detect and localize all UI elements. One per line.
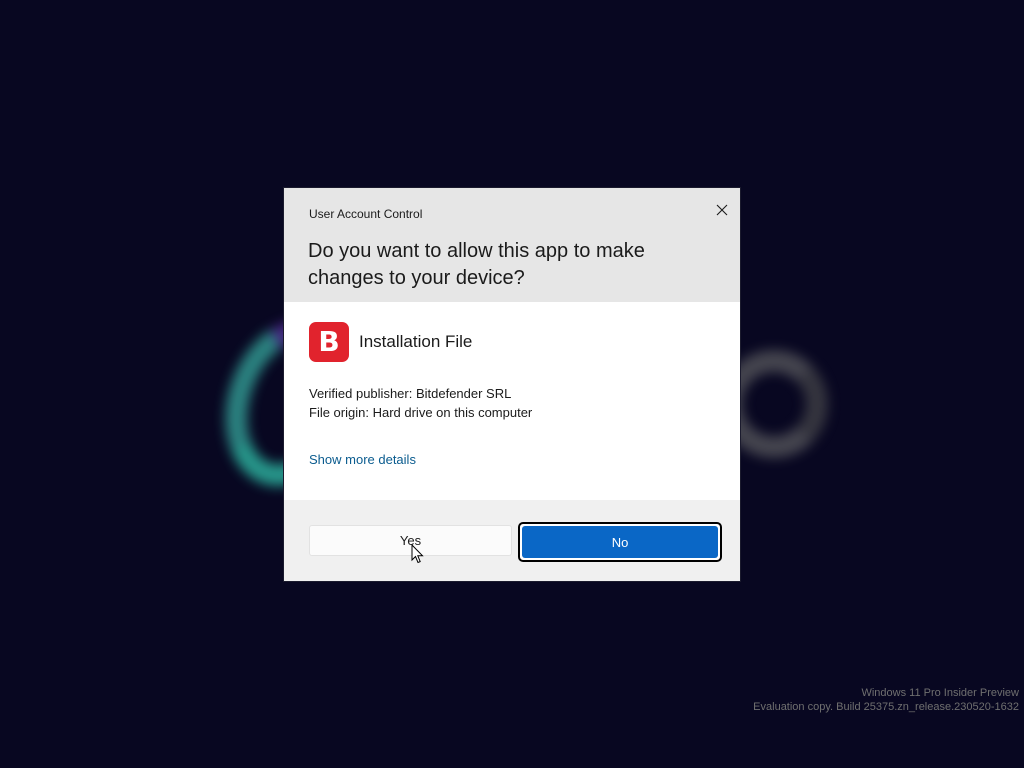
close-button[interactable]	[708, 196, 736, 224]
bitdefender-app-icon: B	[309, 322, 349, 362]
mouse-pointer-icon	[411, 544, 424, 564]
close-icon	[716, 204, 728, 216]
no-button-label: No	[611, 534, 629, 550]
dialog-footer: Yes No	[284, 500, 740, 581]
watermark-edition: Windows 11 Pro Insider Preview	[861, 687, 1019, 699]
dialog-header: User Account Control Do you want to allo…	[284, 188, 740, 302]
show-more-details-link[interactable]: Show more details	[309, 452, 416, 467]
dialog-body: B Installation File Verified publisher: …	[284, 302, 740, 500]
app-name: Installation File	[359, 332, 473, 351]
no-button-focus-ring: No	[518, 522, 722, 562]
verified-publisher: Verified publisher: Bitdefender SRL	[309, 386, 512, 401]
dialog-title: User Account Control	[309, 207, 423, 221]
dialog-question: Do you want to allow this app to make ch…	[308, 240, 645, 289]
uac-dialog: User Account Control Do you want to allo…	[284, 188, 740, 581]
watermark-build: Evaluation copy. Build 25375.zn_release.…	[753, 701, 1019, 713]
windows-watermark: Windows 11 Pro Insider Preview Evaluatio…	[753, 686, 1019, 714]
file-origin: File origin: Hard drive on this computer	[309, 405, 533, 420]
no-button[interactable]: No	[522, 526, 718, 558]
